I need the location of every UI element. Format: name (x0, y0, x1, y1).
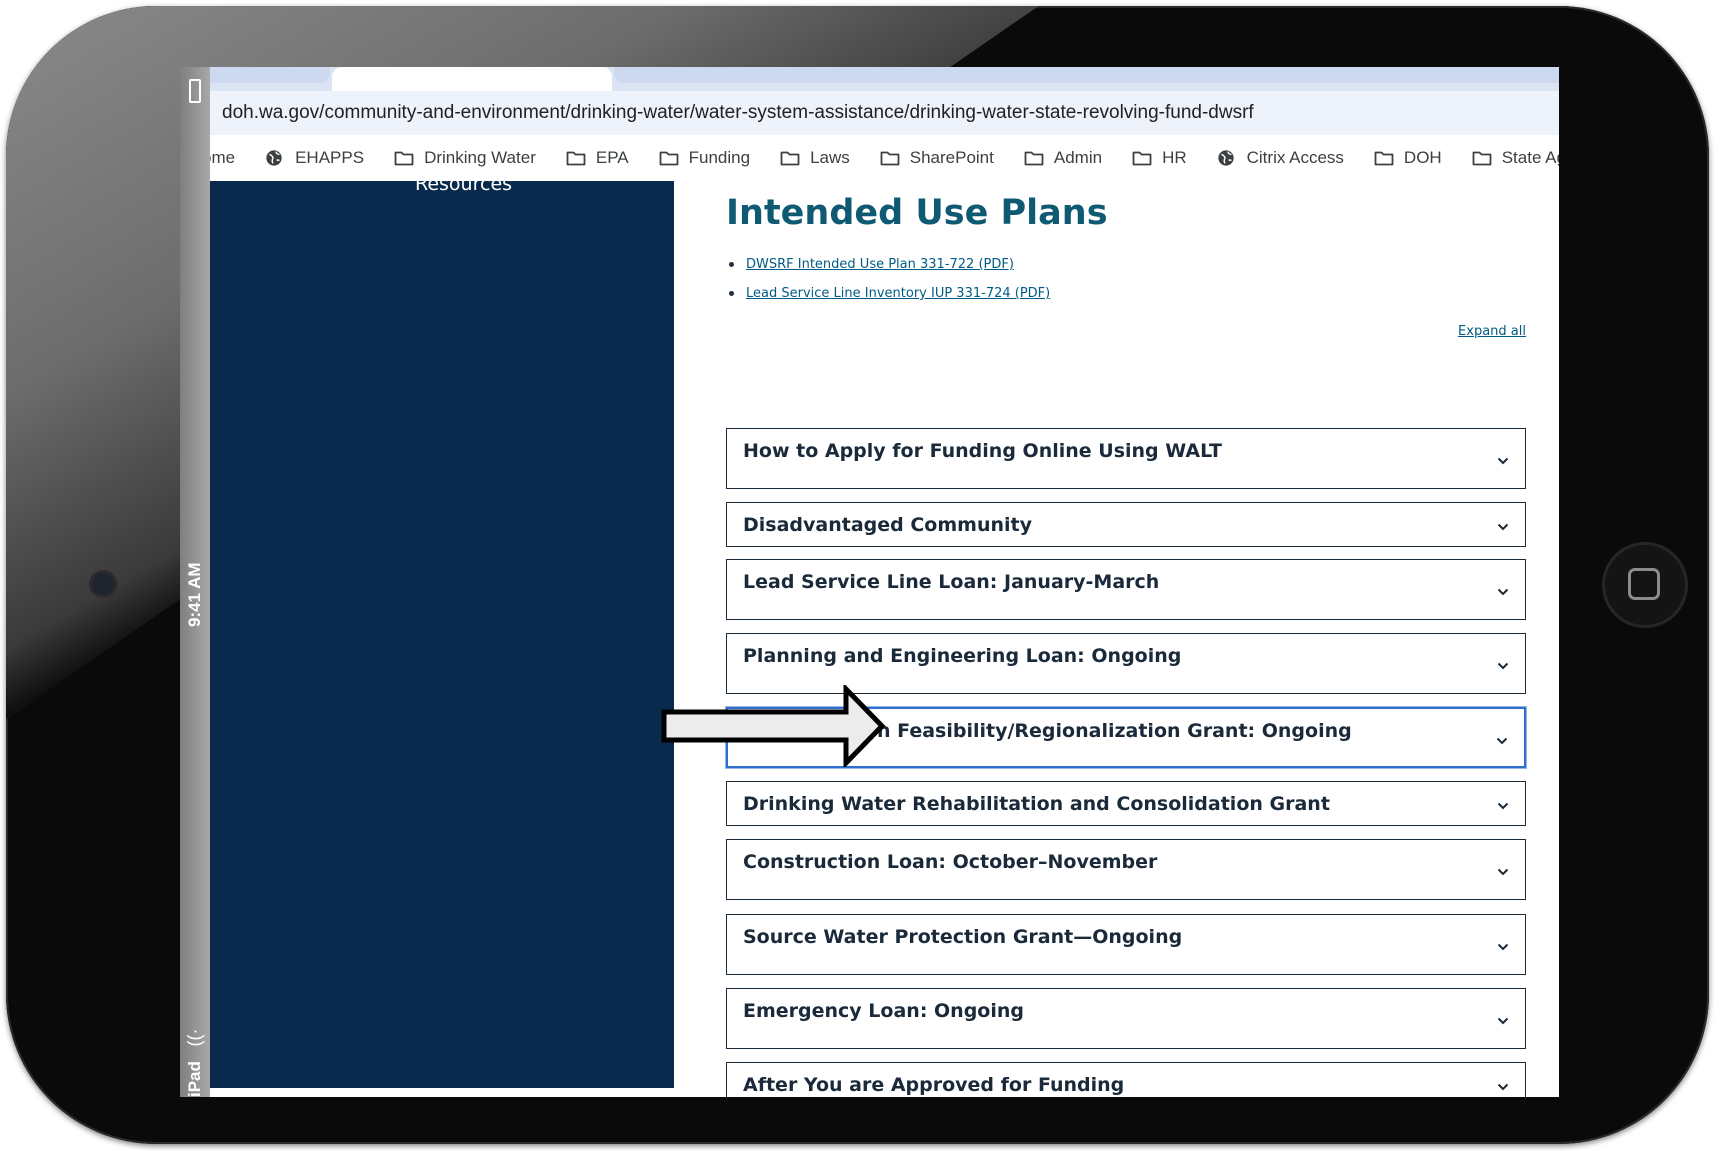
lead-iup-link[interactable]: Lead Service Line Inventory IUP 331-724 … (746, 286, 1050, 301)
list-item: DWSRF Intended Use Plan 331-722 (PDF) (726, 255, 1050, 284)
bookmark-citrix-access[interactable]: Citrix Access (1217, 148, 1344, 168)
expand-all-link[interactable]: Expand all (1458, 324, 1526, 339)
chevron-down-icon[interactable] (1497, 585, 1509, 597)
bookmark-label: Drinking Water (424, 148, 536, 167)
chevron-down-icon[interactable] (1496, 734, 1508, 746)
bookmark-label: Funding (688, 148, 751, 167)
bookmark-laws[interactable]: Laws (780, 148, 850, 168)
bookmark-label: State Agencies (1501, 148, 1559, 167)
bookmark-ome[interactable]: ome (210, 148, 235, 168)
document-list: DWSRF Intended Use Plan 331-722 (PDF) Le… (726, 255, 1050, 313)
accordion-item[interactable]: Construction Loan: October–November (726, 839, 1526, 900)
globe-icon (265, 149, 285, 167)
bookmark-drinking-water[interactable]: Drinking Water (394, 148, 536, 168)
bookmark-label: Citrix Access (1246, 148, 1344, 167)
accordion-title[interactable]: Source Water Protection Grant—Ongoing (743, 926, 1182, 948)
tab[interactable] (614, 67, 1559, 83)
folder-icon (1472, 149, 1492, 167)
bookmark-funding[interactable]: Funding (659, 148, 750, 168)
bookmark-ehapps[interactable]: EHAPPS (265, 148, 364, 168)
accordion-title[interactable]: Lead Service Line Loan: January-March (743, 571, 1159, 593)
chevron-down-icon[interactable] (1497, 520, 1509, 532)
folder-icon (1024, 149, 1044, 167)
accordion-item[interactable]: Drinking Water Rehabilitation and Consol… (726, 781, 1526, 826)
accordion-item[interactable]: Lead Service Line Loan: January-March (726, 559, 1526, 620)
bookmark-admin[interactable]: Admin (1024, 148, 1102, 168)
home-square-icon (1628, 568, 1660, 600)
chevron-down-icon[interactable] (1497, 940, 1509, 952)
screen: 9:41 AM ((· iPad doh.wa.gov/community-an… (180, 67, 1559, 1097)
dwsrf-iup-link[interactable]: DWSRF Intended Use Plan 331-722 (PDF) (746, 257, 1014, 272)
folder-icon (780, 149, 800, 167)
bookmark-label: SharePoint (909, 148, 994, 167)
bookmark-label: Laws (810, 148, 850, 167)
accordion-title[interactable]: How to Apply for Funding Online Using WA… (743, 440, 1222, 462)
sidebar-resources-label[interactable]: Resources (415, 181, 512, 195)
status-bar: 9:41 AM ((· iPad (180, 67, 210, 1097)
url-text[interactable]: doh.wa.gov/community-and-environment/dri… (222, 102, 1254, 124)
chevron-down-icon[interactable] (1497, 1014, 1509, 1026)
bookmark-hr[interactable]: HR (1132, 148, 1187, 168)
bookmark-label: DOH (1403, 148, 1442, 167)
chevron-down-icon[interactable] (1497, 1080, 1509, 1092)
bookmark-label: ome (210, 148, 236, 167)
chevron-down-icon[interactable] (1497, 799, 1509, 811)
battery-icon (189, 79, 201, 103)
list-item: Lead Service Line Inventory IUP 331-724 … (726, 284, 1050, 313)
folder-icon (1374, 149, 1394, 167)
wifi-icon: ((· (184, 1028, 205, 1047)
page-title: Intended Use Plans (726, 193, 1108, 233)
accordion-item[interactable]: How to Apply for Funding Online Using WA… (726, 428, 1526, 489)
main-content: Intended Use Plans DWSRF Intended Use Pl… (726, 181, 1526, 1097)
tab-strip (210, 67, 1559, 91)
globe-icon (1217, 149, 1237, 167)
tab[interactable] (210, 67, 330, 83)
bookmark-state-agencies[interactable]: State Agencies (1472, 148, 1559, 168)
accordion-title[interactable]: Emergency Loan: Ongoing (743, 1000, 1024, 1022)
accordion-item[interactable]: Source Water Protection Grant—Ongoing (726, 914, 1526, 975)
folder-icon (394, 149, 414, 167)
bookmark-label: Admin (1053, 148, 1103, 167)
bookmarks-bar: ome EHAPPS Drinking Water EPA Funding Laws Sha… (210, 135, 1559, 181)
accordion-item[interactable]: Emergency Loan: Ongoing (726, 988, 1526, 1049)
chevron-down-icon[interactable] (1497, 865, 1509, 877)
accordion-item[interactable]: After You are Approved for Funding (726, 1062, 1526, 1097)
bookmark-epa[interactable]: EPA (566, 148, 629, 168)
bookmark-label: EHAPPS (295, 148, 365, 167)
camera-icon (92, 573, 114, 595)
address-bar[interactable]: doh.wa.gov/community-and-environment/dri… (210, 91, 1559, 135)
bookmark-label: HR (1162, 148, 1187, 167)
accordion-title[interactable]: Disadvantaged Community (743, 514, 1032, 536)
accordion-item[interactable]: Disadvantaged Community (726, 502, 1526, 547)
folder-icon (659, 149, 679, 167)
bookmark-label: EPA (595, 148, 629, 167)
home-button[interactable] (1602, 542, 1688, 628)
chevron-down-icon[interactable] (1497, 454, 1509, 466)
tab-active[interactable] (332, 67, 612, 91)
device-name: iPad (185, 1061, 204, 1097)
accordion-title[interactable]: Construction Loan: October–November (743, 851, 1157, 873)
bookmark-sharepoint[interactable]: SharePoint (880, 148, 994, 168)
folder-icon (566, 149, 586, 167)
pointer-arrow-icon (661, 685, 886, 767)
accordion-title[interactable]: Drinking Water Rehabilitation and Consol… (743, 793, 1330, 815)
folder-icon (1132, 149, 1152, 167)
ipad-frame: 9:41 AM ((· iPad doh.wa.gov/community-an… (6, 6, 1709, 1144)
status-time: 9:41 AM (185, 562, 204, 627)
sidebar: Resources (210, 181, 674, 1088)
accordion-title[interactable]: After You are Approved for Funding (743, 1074, 1124, 1096)
accordion-title[interactable]: Planning and Engineering Loan: Ongoing (743, 645, 1181, 667)
folder-icon (880, 149, 900, 167)
bookmark-doh[interactable]: DOH (1374, 148, 1442, 168)
chevron-down-icon[interactable] (1497, 659, 1509, 671)
